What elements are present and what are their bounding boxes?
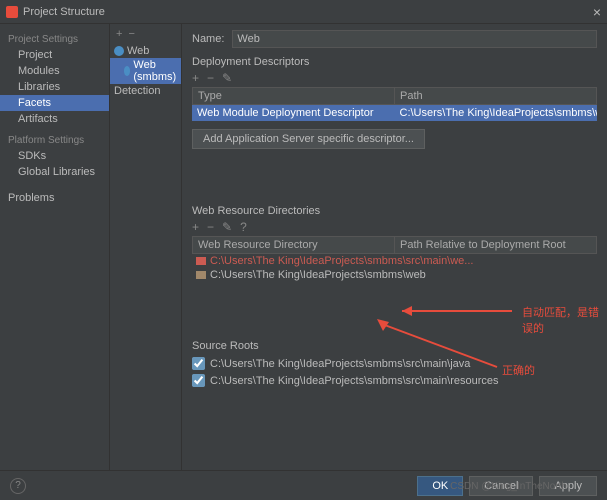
add-icon[interactable]: +: [192, 71, 199, 85]
add-icon[interactable]: +: [116, 28, 122, 40]
dd-table-header: Type Path: [192, 87, 597, 105]
sidebar-item-artifacts[interactable]: Artifacts: [0, 111, 109, 127]
col-wrd-dir: Web Resource Directory: [193, 237, 395, 253]
help-button[interactable]: ?: [10, 478, 26, 494]
sidebar-item-facets[interactable]: Facets: [0, 95, 109, 111]
remove-icon[interactable]: −: [207, 220, 214, 234]
col-type: Type: [193, 88, 395, 104]
wrd-row-ok[interactable]: C:\Users\The King\IdeaProjects\smbms\web: [192, 268, 597, 282]
sidebar-item-sdks[interactable]: SDKs: [0, 148, 109, 164]
sidebar-item-libraries[interactable]: Libraries: [0, 79, 109, 95]
sidebar-heading-platform: Platform Settings: [0, 133, 109, 148]
remove-icon[interactable]: −: [128, 28, 134, 40]
watermark: CSDN @King_InTheNorth: [450, 481, 567, 492]
globe-icon: [124, 66, 130, 76]
source-root-path: C:\Users\The King\IdeaProjects\smbms\src…: [210, 358, 470, 370]
sidebar: Project Settings Project Modules Librari…: [0, 24, 110, 470]
content-panel: Name: Deployment Descriptors + − ✎ Type …: [182, 24, 607, 470]
col-wrd-rel: Path Relative to Deployment Root: [395, 237, 596, 253]
tree-child-web-smbms[interactable]: Web (smbms): [110, 58, 181, 84]
section-deployment-descriptors: Deployment Descriptors: [192, 56, 597, 68]
dd-cell-type: Web Module Deployment Descriptor: [192, 105, 395, 121]
name-input[interactable]: [232, 30, 597, 48]
sidebar-item-modules[interactable]: Modules: [0, 63, 109, 79]
sidebar-item-project[interactable]: Project: [0, 47, 109, 63]
source-root-row[interactable]: C:\Users\The King\IdeaProjects\smbms\src…: [192, 355, 597, 372]
facet-tree-panel: + − Web Web (smbms) Detection: [110, 24, 182, 470]
remove-icon[interactable]: −: [207, 71, 214, 85]
window-title: Project Structure: [23, 6, 105, 18]
dd-table-row[interactable]: Web Module Deployment Descriptor C:\User…: [192, 105, 597, 121]
section-source-roots: Source Roots: [192, 340, 597, 352]
section-web-resource-dirs: Web Resource Directories: [192, 205, 597, 217]
globe-icon: [114, 46, 124, 56]
tree-root-web[interactable]: Web: [110, 44, 181, 58]
source-root-path: C:\Users\The King\IdeaProjects\smbms\src…: [210, 375, 499, 387]
wrd-path: C:\Users\The King\IdeaProjects\smbms\src…: [210, 255, 473, 267]
source-root-checkbox[interactable]: [192, 374, 205, 387]
add-app-server-button[interactable]: Add Application Server specific descript…: [192, 129, 425, 149]
folder-icon: [196, 271, 206, 279]
edit-icon[interactable]: ✎: [222, 220, 232, 234]
close-icon[interactable]: ×: [593, 4, 601, 20]
sidebar-item-problems[interactable]: Problems: [0, 190, 109, 206]
tree-detection[interactable]: Detection: [110, 84, 181, 98]
folder-icon: [196, 257, 206, 265]
wrd-row-error[interactable]: C:\Users\The King\IdeaProjects\smbms\src…: [192, 254, 597, 268]
col-path: Path: [395, 88, 596, 104]
titlebar: Project Structure ×: [0, 0, 607, 24]
help-icon[interactable]: ?: [240, 220, 247, 234]
dd-cell-path: C:\Users\The King\IdeaProjects\smbms\web…: [395, 105, 598, 121]
name-label: Name:: [192, 33, 224, 45]
edit-icon[interactable]: ✎: [222, 71, 232, 85]
sidebar-item-global-libs[interactable]: Global Libraries: [0, 164, 109, 180]
sidebar-heading-project: Project Settings: [0, 32, 109, 47]
source-root-row[interactable]: C:\Users\The King\IdeaProjects\smbms\src…: [192, 372, 597, 389]
source-root-checkbox[interactable]: [192, 357, 205, 370]
app-icon: [6, 6, 18, 18]
wrd-path: C:\Users\The King\IdeaProjects\smbms\web: [210, 269, 426, 281]
wrd-table-header: Web Resource Directory Path Relative to …: [192, 236, 597, 254]
add-icon[interactable]: +: [192, 220, 199, 234]
